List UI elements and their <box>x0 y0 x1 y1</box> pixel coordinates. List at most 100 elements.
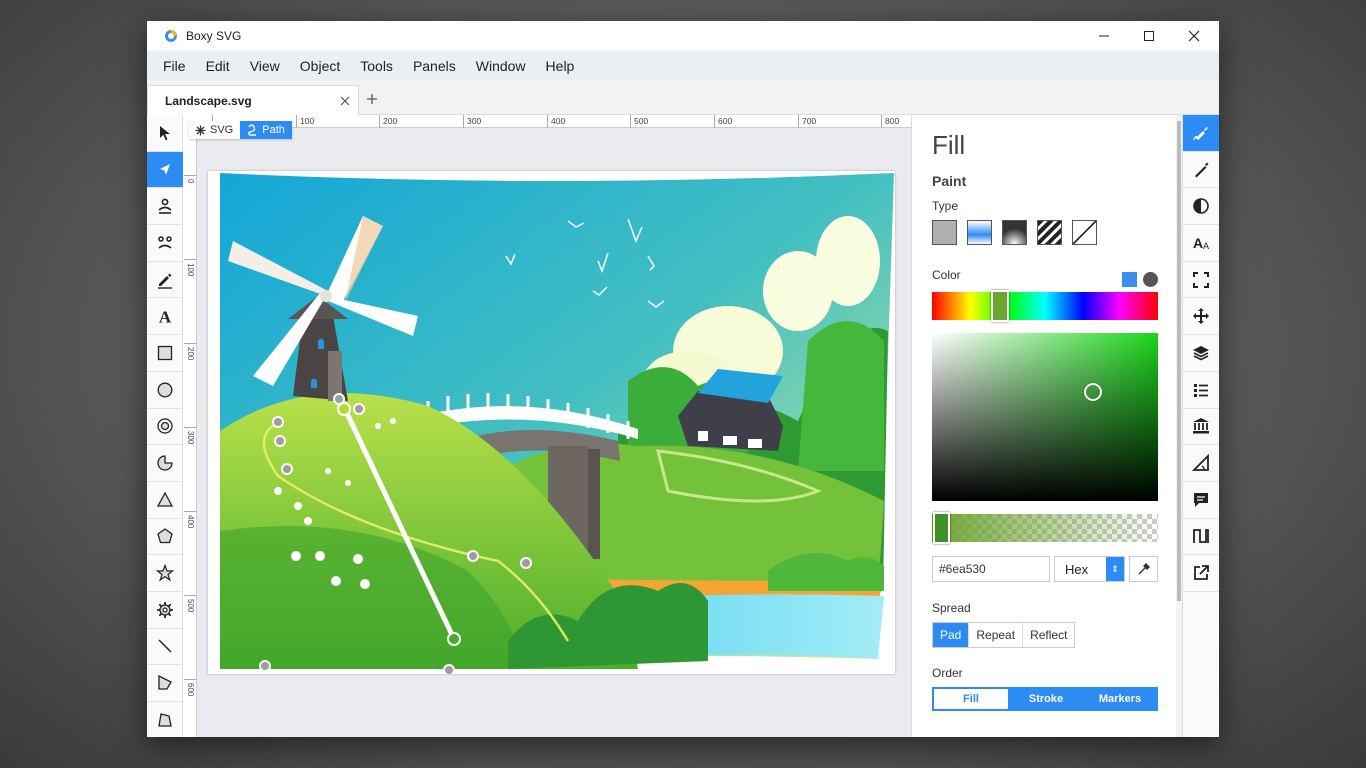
tool-rectangle[interactable] <box>147 335 183 372</box>
chevron-updown-icon: ⇕ <box>1106 557 1124 581</box>
menu-panels[interactable]: Panels <box>403 58 466 74</box>
maximize-button[interactable] <box>1126 21 1172 51</box>
spread-reflect-button[interactable]: Reflect <box>1023 623 1074 647</box>
move-icon <box>1193 308 1209 325</box>
breadcrumb-path[interactable]: Path <box>240 121 292 139</box>
tab-landscape[interactable]: Landscape.svg <box>147 85 359 115</box>
color-picker-cursor[interactable] <box>1084 383 1102 401</box>
breadcrumb-path-label: Path <box>262 124 285 136</box>
panel-title: Fill <box>932 130 966 160</box>
panel-layers-button[interactable] <box>1183 335 1219 372</box>
order-fill-button[interactable]: Fill <box>934 689 1008 709</box>
line-icon <box>158 639 172 653</box>
alpha-slider-thumb[interactable] <box>933 512 950 544</box>
tool-polygon-alt[interactable] <box>147 702 183 737</box>
svg-text:A: A <box>1193 235 1203 251</box>
stroke-icon <box>1195 162 1209 178</box>
title-bar[interactable]: Boxy SVG <box>147 21 1219 51</box>
swatch-chip-square[interactable] <box>1122 272 1137 287</box>
alpha-slider[interactable] <box>932 514 1158 542</box>
text-icon: A <box>159 308 172 326</box>
menu-edit[interactable]: Edit <box>196 58 240 74</box>
landscape-illustration[interactable] <box>208 171 895 676</box>
ruler-tick: 400 <box>547 115 565 128</box>
menu-help[interactable]: Help <box>536 58 585 74</box>
tool-pie[interactable] <box>147 445 183 482</box>
tool-gear[interactable] <box>147 592 183 629</box>
menu-window[interactable]: Window <box>466 58 536 74</box>
menu-tools[interactable]: Tools <box>350 58 403 74</box>
canvas-area[interactable]: 100 200 300 400 500 600 700 800 0 100 20… <box>184 115 911 737</box>
type-pattern-button[interactable] <box>1037 220 1062 245</box>
breadcrumb-svg[interactable]: SVG <box>189 121 241 139</box>
waveform-icon <box>1193 529 1209 544</box>
order-stroke-button[interactable]: Stroke <box>1009 688 1083 710</box>
ruler-tick: 700 <box>798 115 816 128</box>
menu-view[interactable]: View <box>240 58 290 74</box>
ruler-tick: 800 <box>881 115 899 128</box>
panel-comments-button[interactable] <box>1183 482 1219 519</box>
panel-elements-button[interactable] <box>1183 372 1219 409</box>
tool-person[interactable] <box>147 188 183 226</box>
star-icon <box>156 564 174 582</box>
panel-export-button[interactable] <box>1183 555 1219 592</box>
close-window-button[interactable] <box>1171 21 1217 51</box>
library-icon <box>1193 418 1209 434</box>
menu-file[interactable]: File <box>153 58 196 74</box>
panel-animation-button[interactable] <box>1183 519 1219 556</box>
pointer-icon <box>160 125 170 141</box>
menu-bar: File Edit View Object Tools Panels Windo… <box>147 51 1219 81</box>
color-format-select[interactable]: Hex ⇕ <box>1054 556 1125 582</box>
tool-pointer[interactable] <box>147 115 183 152</box>
panel-typography-button[interactable]: AA <box>1183 225 1219 262</box>
order-markers-button[interactable]: Markers <box>1083 688 1157 710</box>
panel-geometry-button[interactable] <box>1183 298 1219 336</box>
minimize-button[interactable] <box>1081 21 1127 51</box>
panel-scrollbar-thumb[interactable] <box>1177 121 1181 601</box>
pentagon-icon <box>157 528 173 544</box>
swatch-chip-circle[interactable] <box>1143 272 1158 287</box>
panel-compositing-button[interactable] <box>1183 188 1219 226</box>
hue-slider[interactable] <box>932 292 1158 320</box>
tool-path-edit[interactable] <box>147 151 183 189</box>
layers-icon <box>1193 345 1209 361</box>
spread-repeat-button[interactable]: Repeat <box>969 623 1024 647</box>
tool-ellipse[interactable] <box>147 372 183 409</box>
tool-ring[interactable] <box>147 409 183 446</box>
artboard[interactable] <box>208 171 895 676</box>
type-linear-gradient-button[interactable] <box>967 220 992 245</box>
saturation-value-picker[interactable] <box>932 333 1158 501</box>
tool-pencil[interactable] <box>147 262 183 299</box>
tool-face[interactable] <box>147 225 183 262</box>
type-flat-button[interactable] <box>932 220 957 245</box>
svg-text:A: A <box>159 308 172 326</box>
tool-triangle[interactable] <box>147 482 183 519</box>
minimize-icon <box>1099 35 1109 37</box>
contrast-icon <box>1193 198 1209 215</box>
type-radial-gradient-button[interactable] <box>1002 220 1027 245</box>
menu-object[interactable]: Object <box>290 58 350 74</box>
list-icon <box>1194 383 1208 397</box>
typography-icon: AA <box>1193 235 1209 251</box>
eyedropper-button[interactable] <box>1129 556 1158 582</box>
order-label: Order <box>932 666 963 680</box>
tool-line[interactable] <box>147 629 183 666</box>
color-label: Color <box>932 268 961 282</box>
maximize-icon <box>1144 31 1154 41</box>
panel-fill-button[interactable] <box>1183 115 1219 152</box>
panel-stroke-button[interactable] <box>1183 152 1219 189</box>
tool-polygon[interactable] <box>147 665 183 702</box>
panel-view-button[interactable] <box>1183 262 1219 299</box>
close-icon[interactable] <box>340 96 350 106</box>
new-tab-button[interactable] <box>359 84 385 114</box>
vertical-ruler: 0 100 200 300 400 500 600 <box>184 128 197 737</box>
panel-library-button[interactable] <box>1183 409 1219 446</box>
hue-slider-thumb[interactable] <box>991 290 1009 322</box>
type-none-button[interactable] <box>1072 220 1097 245</box>
spread-pad-button[interactable]: Pad <box>933 623 970 647</box>
hex-color-input[interactable] <box>932 556 1050 582</box>
tool-text[interactable]: A <box>147 298 183 336</box>
panel-transform-button[interactable] <box>1183 445 1219 482</box>
tool-pentagon[interactable] <box>147 519 183 556</box>
tool-star[interactable] <box>147 555 183 592</box>
